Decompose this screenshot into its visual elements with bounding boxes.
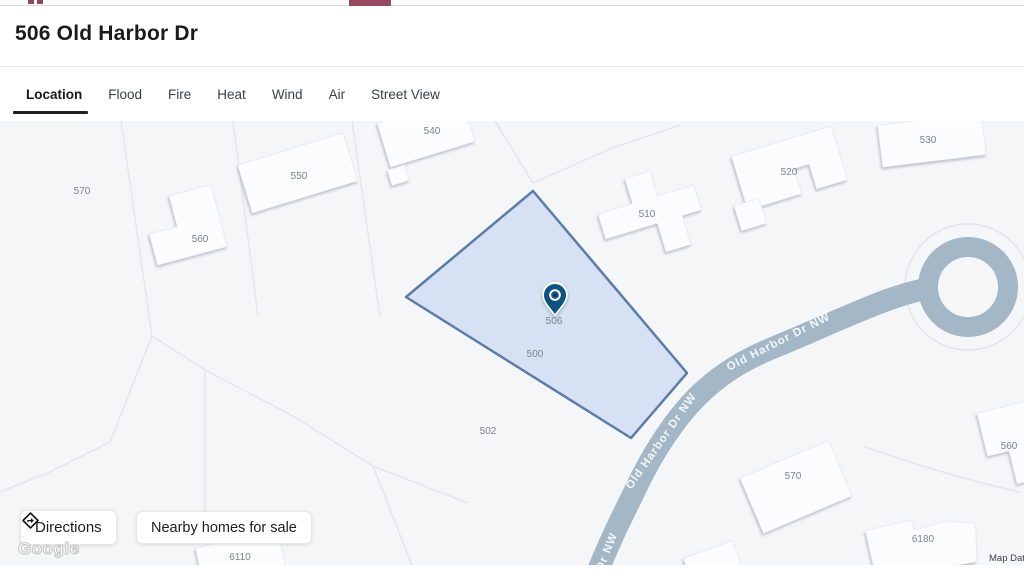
top-remnant-strip bbox=[0, 0, 1024, 6]
parcel-label-500: 500 bbox=[527, 349, 544, 360]
parcel-label-570: 570 bbox=[74, 186, 91, 197]
parcel-label-502: 502 bbox=[480, 426, 497, 437]
parcel-label-570: 570 bbox=[785, 471, 802, 482]
tab-location[interactable]: Location bbox=[13, 87, 95, 102]
parcel-label-560: 560 bbox=[192, 234, 209, 245]
nearby-homes-button[interactable]: Nearby homes for sale bbox=[136, 511, 312, 544]
parcel-label-506: 506 bbox=[546, 316, 563, 327]
tab-heat[interactable]: Heat bbox=[204, 87, 259, 102]
cul-de-sac bbox=[928, 247, 1008, 327]
header: 506 Old Harbor Dr bbox=[0, 6, 1024, 66]
tab-wind[interactable]: Wind bbox=[259, 87, 316, 102]
map-attribution: Map Data bbox=[989, 553, 1024, 564]
building-560-left bbox=[141, 185, 227, 265]
parcel-label-530: 530 bbox=[920, 135, 937, 146]
building-fragment bbox=[683, 541, 742, 565]
property-map[interactable]: 570 560 550 540 510 520 530 506 500 502 570 560 6180… bbox=[0, 121, 1024, 565]
directions-icon bbox=[21, 511, 40, 530]
directions-label: Directions bbox=[35, 519, 102, 536]
parcel-label-520: 520 bbox=[781, 167, 798, 178]
building-570-bottom bbox=[740, 441, 852, 534]
tab-air[interactable]: Air bbox=[316, 87, 359, 102]
parcel-label-6110: 6110 bbox=[229, 552, 251, 563]
map-canvas: 570 560 550 540 510 520 530 506 500 502 570 560 6180… bbox=[0, 121, 1024, 565]
page-title: 506 Old Harbor Dr bbox=[15, 22, 1024, 46]
parcel-label-560: 560 bbox=[1001, 441, 1018, 452]
tab-street-view[interactable]: Street View bbox=[358, 87, 453, 102]
tab-fire[interactable]: Fire bbox=[155, 87, 204, 102]
top-remnant-block bbox=[349, 0, 391, 6]
road-label: Old Harbor Dr NW bbox=[725, 311, 832, 374]
parcel-label-540: 540 bbox=[424, 126, 441, 137]
top-remnant-mark bbox=[28, 0, 34, 4]
active-tab-underline bbox=[13, 111, 88, 114]
parcel-label-550: 550 bbox=[291, 171, 308, 182]
building-520 bbox=[720, 126, 853, 231]
nearby-homes-label: Nearby homes for sale bbox=[151, 520, 297, 536]
parcel-label-6180: 6180 bbox=[912, 534, 935, 545]
parcel-label-510: 510 bbox=[639, 209, 656, 220]
top-remnant-mark bbox=[37, 0, 43, 4]
tab-flood[interactable]: Flood bbox=[95, 87, 155, 102]
tab-bar: Location Flood Fire Heat Wind Air Street… bbox=[0, 66, 1024, 121]
selected-parcel-506[interactable] bbox=[406, 191, 687, 438]
google-watermark: Google bbox=[18, 539, 80, 559]
